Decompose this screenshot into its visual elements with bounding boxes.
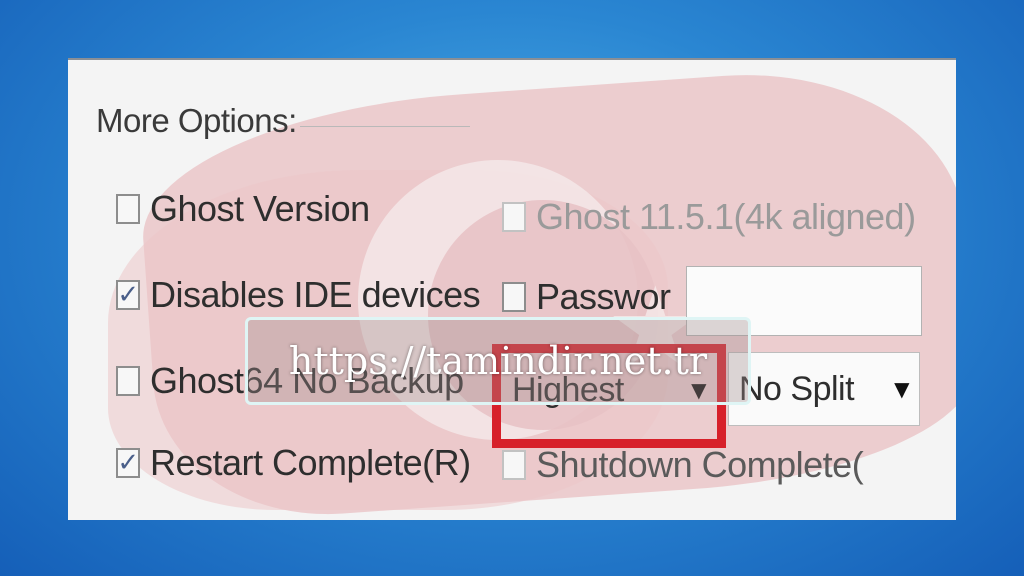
ghost-11-label: Ghost 11.5.1(4k aligned) bbox=[536, 196, 916, 237]
restart-complete-label: Restart Complete(R) bbox=[150, 442, 471, 483]
watermark-text: https://tamindir.net.tr bbox=[288, 339, 708, 383]
ghost-version-option[interactable]: Ghost Version bbox=[116, 188, 370, 230]
split-chevron-down-icon: ▼ bbox=[894, 377, 909, 401]
options-panel: ★ More Options: Ghost Version ✓ Disables… bbox=[68, 58, 956, 520]
ghost-version-checkbox[interactable] bbox=[116, 194, 140, 224]
ghost-11-option: Ghost 11.5.1(4k aligned) bbox=[502, 196, 916, 238]
password-checkbox[interactable] bbox=[502, 282, 526, 312]
split-value: No Split bbox=[739, 369, 855, 408]
password-label: Passwor bbox=[536, 276, 671, 317]
restart-complete-checkbox[interactable]: ✓ bbox=[116, 448, 140, 478]
section-divider bbox=[300, 126, 470, 127]
more-options-title: More Options: bbox=[96, 102, 297, 139]
shutdown-complete-checkbox bbox=[502, 450, 526, 480]
ghost64-nobackup-checkbox[interactable] bbox=[116, 366, 140, 396]
ghost-version-label: Ghost Version bbox=[150, 188, 370, 229]
shutdown-complete-option: Shutdown Complete( bbox=[502, 444, 864, 486]
watermark-url: https://tamindir.net.tr bbox=[245, 317, 751, 405]
disable-ide-label: Disables IDE devices bbox=[150, 274, 481, 315]
shutdown-complete-label: Shutdown Complete( bbox=[536, 444, 864, 485]
split-select[interactable]: No Split ▼ bbox=[728, 352, 920, 426]
ghost-11-checkbox bbox=[502, 202, 526, 232]
restart-complete-option[interactable]: ✓ Restart Complete(R) bbox=[116, 442, 471, 484]
password-option[interactable]: Passwor bbox=[502, 276, 671, 318]
disable-ide-option[interactable]: ✓ Disables IDE devices bbox=[116, 274, 481, 316]
disable-ide-checkbox[interactable]: ✓ bbox=[116, 280, 140, 310]
